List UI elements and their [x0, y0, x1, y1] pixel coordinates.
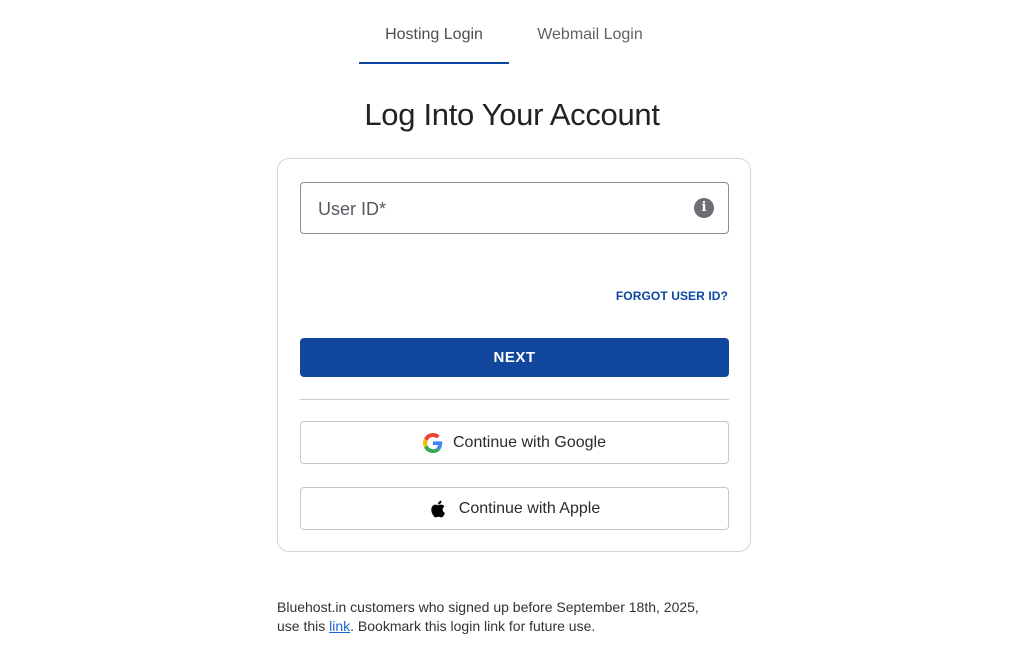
continue-with-google-button[interactable]: Continue with Google — [300, 421, 729, 464]
forgot-userid-link[interactable]: FORGOT USER ID? — [616, 289, 728, 303]
legacy-login-link[interactable]: link — [329, 618, 350, 634]
info-icon[interactable]: i — [694, 198, 714, 218]
footer-line2-prefix: use this — [277, 618, 330, 634]
apple-button-label: Continue with Apple — [458, 499, 601, 517]
footer-line2-suffix: . Bookmark this login link for future us… — [350, 618, 596, 634]
apple-icon — [429, 499, 449, 519]
next-button[interactable]: NEXT — [300, 338, 729, 377]
tab-webmail-login[interactable]: Webmail Login — [520, 26, 660, 64]
google-icon — [423, 432, 443, 453]
login-tabs: Hosting Login Webmail Login — [0, 0, 1024, 64]
userid-field[interactable]: User ID* i — [300, 182, 729, 234]
divider — [300, 399, 729, 400]
active-tab-indicator — [359, 62, 509, 64]
google-button-label: Continue with Google — [453, 433, 606, 451]
footer-note: Bluehost.in customers who signed up befo… — [277, 598, 757, 636]
continue-with-apple-button[interactable]: Continue with Apple — [300, 487, 729, 530]
page-title: Log Into Your Account — [364, 97, 660, 132]
login-card: User ID* i FORGOT USER ID? NEXT Continue… — [277, 158, 751, 552]
userid-placeholder: User ID* — [318, 199, 387, 219]
tab-hosting-login[interactable]: Hosting Login — [359, 26, 509, 64]
footer-line1: Bluehost.in customers who signed up befo… — [277, 599, 699, 615]
